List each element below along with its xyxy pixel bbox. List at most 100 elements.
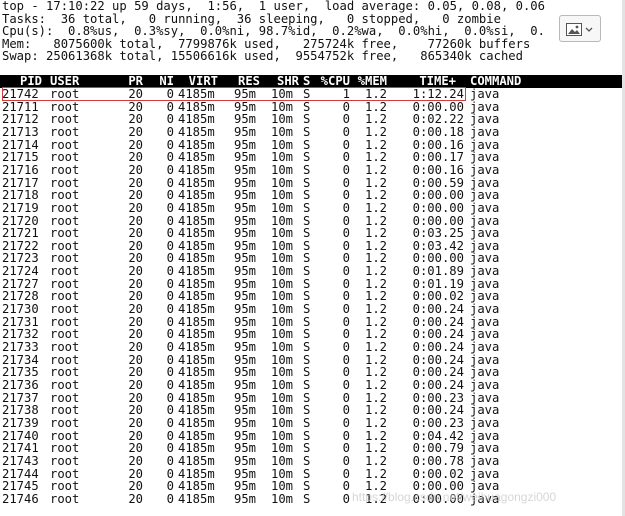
cell-user: root: [50, 453, 80, 468]
cell-state: S: [303, 188, 311, 203]
cell-time: 0:00.00: [412, 200, 464, 215]
cell-ni: 0: [166, 150, 174, 165]
cell-mem: 1.2: [364, 403, 387, 418]
cell-ni: 0: [166, 453, 174, 468]
cell-res: 95m: [234, 162, 257, 177]
cell-shr: 10m: [271, 453, 294, 468]
cell-user: root: [50, 377, 80, 392]
cell-state: S: [303, 87, 311, 101]
cell-shr: 10m: [271, 226, 294, 241]
cell-user: root: [50, 302, 80, 317]
cell-virt: 4185m: [178, 377, 215, 392]
cell-pr: 20: [128, 264, 143, 279]
cell-shr: 10m: [271, 188, 294, 203]
cell-user: root: [50, 441, 80, 456]
cell-mem: 1.2: [364, 340, 387, 354]
cell-pr: 20: [128, 162, 143, 177]
cell-pid: 21745: [2, 479, 39, 494]
cell-virt: 4185m: [178, 415, 215, 430]
cell-ni: 0: [166, 415, 174, 430]
cell-res: 95m: [234, 200, 257, 215]
cell-state: S: [303, 453, 311, 468]
cell-state: S: [303, 415, 311, 430]
cell-res: 95m: [234, 188, 257, 203]
cell-pr: 20: [128, 340, 143, 354]
cell-mem: 1.2: [364, 87, 387, 101]
cell-res: 95m: [234, 226, 257, 241]
cell-user: root: [50, 124, 80, 139]
cell-pr: 20: [128, 302, 143, 317]
cell-pr: 20: [128, 87, 143, 101]
cell-pr: 20: [128, 453, 143, 468]
cell-virt: 4185m: [178, 441, 215, 456]
cell-pr: 20: [128, 441, 143, 456]
cell-command: java: [470, 377, 500, 392]
cell-time: 0:00.78: [412, 453, 464, 468]
process-table-header: PID USER PR NI VIRT RES SHR S %CPU %MEM …: [0, 75, 625, 88]
cell-shr: 10m: [271, 403, 294, 418]
cell-ni: 0: [166, 87, 174, 101]
cell-time: 1:12.24: [412, 87, 464, 101]
cell-pr: 20: [128, 403, 143, 418]
cell-state: S: [303, 491, 311, 506]
cell-res: 95m: [234, 264, 257, 279]
cell-res: 95m: [234, 124, 257, 139]
cell-cpu: 0: [342, 491, 350, 506]
cell-time: 0:00.79: [412, 441, 464, 456]
cell-virt: 4185m: [178, 124, 215, 139]
blog-watermark: https://blog.csdn.net/weihuagongzi000: [352, 490, 557, 504]
cell-shr: 10m: [271, 162, 294, 177]
image-menu-button[interactable]: [559, 15, 601, 42]
cell-state: S: [303, 264, 311, 279]
cell-mem: 1.2: [364, 453, 387, 468]
cell-ni: 0: [166, 377, 174, 392]
cell-command: java: [470, 124, 500, 139]
cell-command: java: [470, 162, 500, 177]
cell-shr: 10m: [271, 415, 294, 430]
cell-shr: 10m: [271, 124, 294, 139]
cell-mem: 1.2: [364, 188, 387, 203]
cell-state: S: [303, 124, 311, 139]
cell-mem: 1.2: [364, 226, 387, 241]
cell-ni: 0: [166, 200, 174, 215]
cell-time: 0:00.24: [412, 340, 464, 354]
cell-virt: 4185m: [178, 479, 215, 494]
cell-pid: 21741: [2, 441, 39, 456]
cell-pid: 21730: [2, 302, 39, 317]
cell-mem: 1.2: [364, 302, 387, 317]
cell-res: 95m: [234, 302, 257, 317]
cell-command: java: [470, 264, 500, 279]
cell-command: java: [470, 340, 500, 354]
cell-pid: 21733: [2, 340, 39, 354]
cell-virt: 4185m: [178, 162, 215, 177]
cell-virt: 4185m: [178, 226, 215, 241]
cell-pr: 20: [128, 124, 143, 139]
cell-pid: 21743: [2, 453, 39, 468]
cell-command: java: [470, 415, 500, 430]
cell-command: java: [470, 302, 500, 317]
cell-state: S: [303, 162, 311, 177]
cell-user: root: [50, 415, 80, 430]
cell-ni: 0: [166, 403, 174, 418]
cell-res: 95m: [234, 491, 257, 506]
cell-shr: 10m: [271, 377, 294, 392]
cell-cpu: 0: [342, 302, 350, 317]
cell-pr: 20: [128, 226, 143, 241]
cell-pid: 21736: [2, 377, 39, 392]
cell-user: root: [50, 403, 80, 418]
cell-state: S: [303, 441, 311, 456]
cell-user: root: [50, 264, 80, 279]
cell-state: S: [303, 340, 311, 354]
cell-user: root: [50, 87, 80, 101]
cell-cpu: 0: [342, 403, 350, 418]
cell-cpu: 0: [342, 162, 350, 177]
cell-shr: 10m: [271, 264, 294, 279]
cell-time: 0:00.18: [412, 124, 464, 139]
cell-cpu: 0: [342, 200, 350, 215]
cell-cpu: 0: [342, 226, 350, 241]
cell-command: java: [470, 453, 500, 468]
cell-res: 95m: [234, 377, 257, 392]
cell-pid: 21719: [2, 200, 39, 215]
cell-res: 95m: [234, 150, 257, 165]
cell-user: root: [50, 226, 80, 241]
